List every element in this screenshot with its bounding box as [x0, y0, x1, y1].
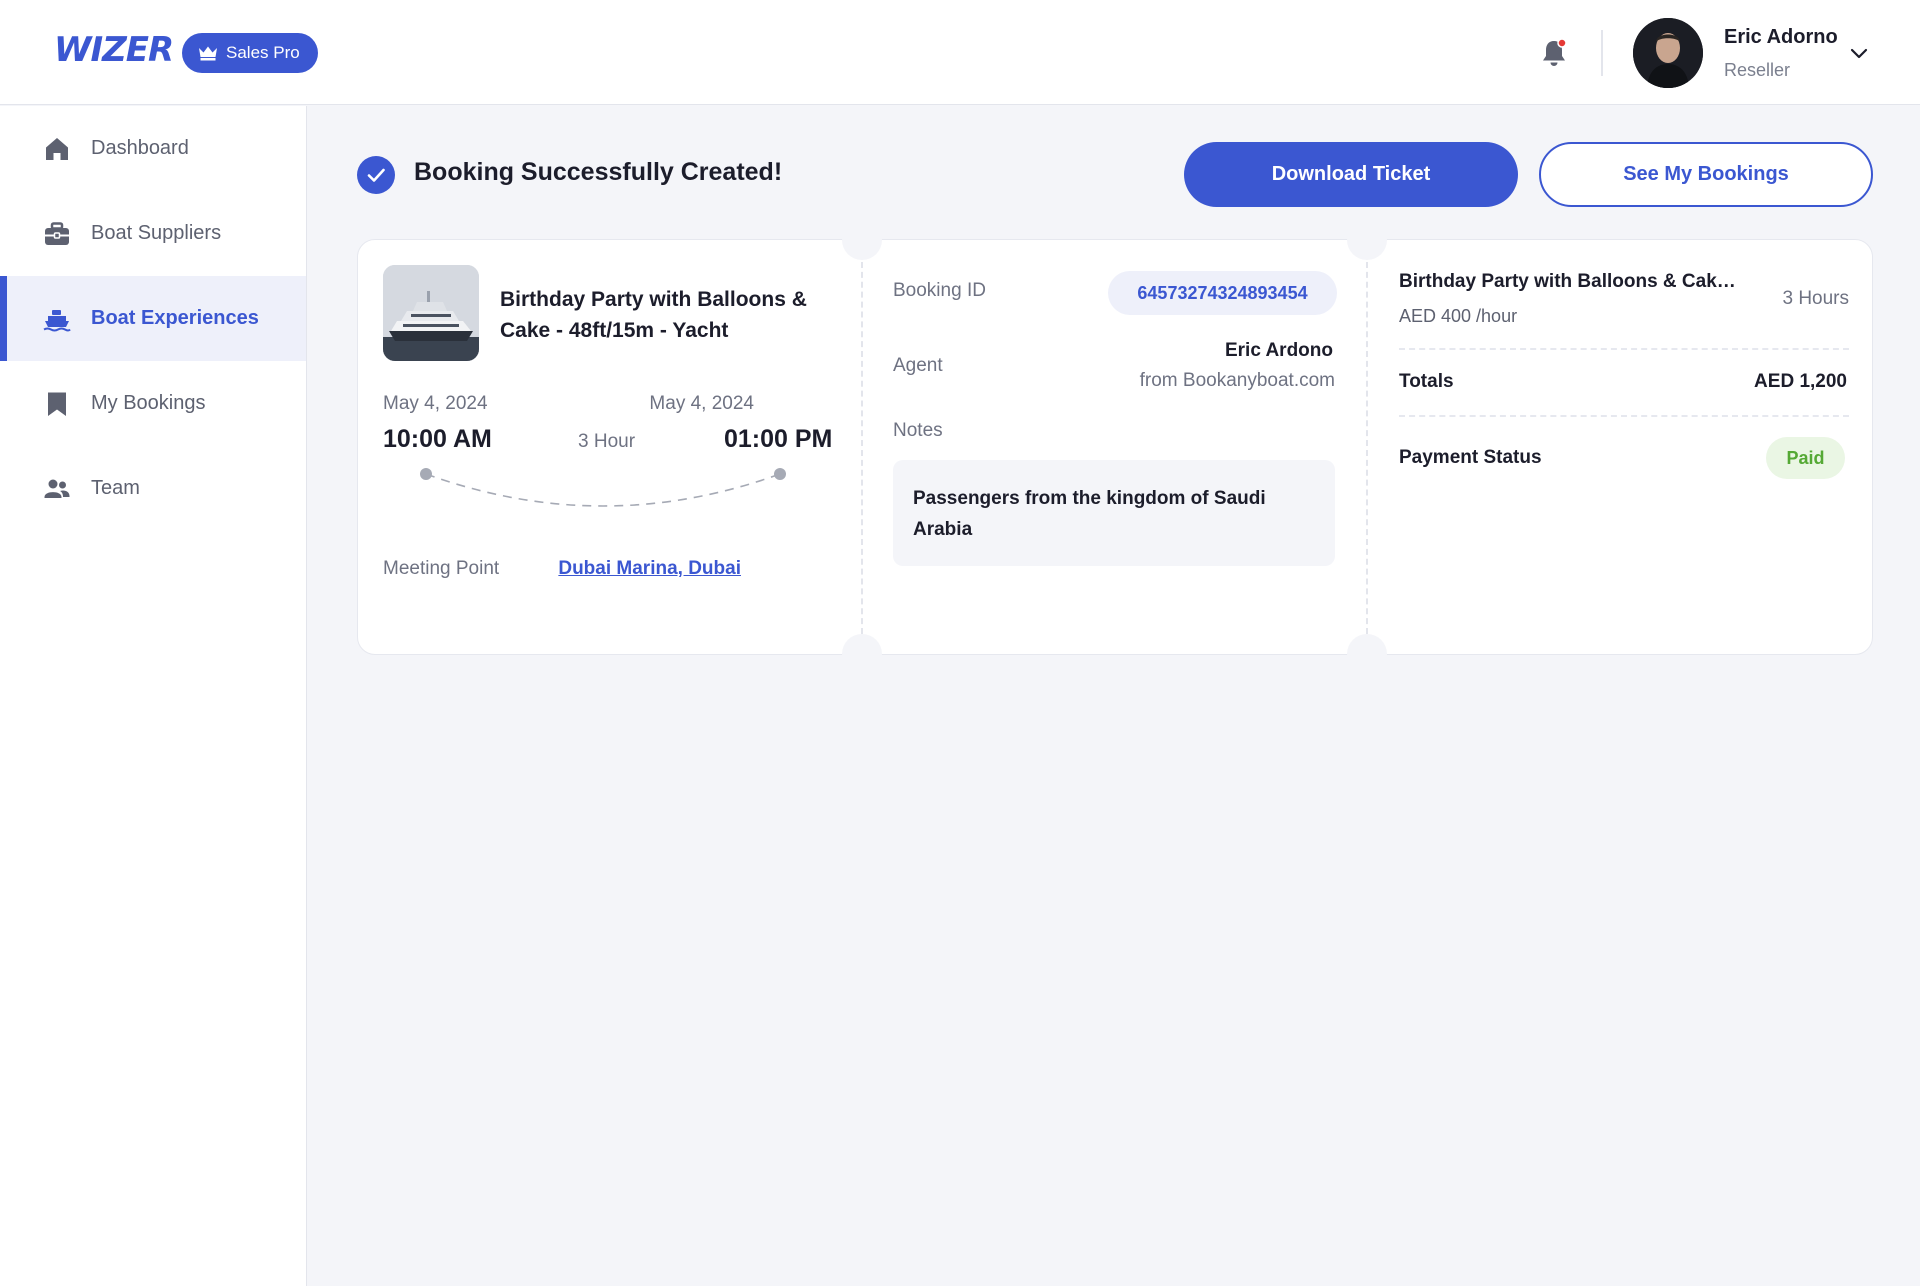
route-start-dot	[420, 468, 432, 480]
agent-name: Eric Ardono	[1224, 340, 1333, 361]
start-date: May 4, 2024	[383, 393, 488, 414]
payment-status-badge: Paid	[1766, 437, 1845, 479]
notes-label: Notes	[893, 420, 943, 441]
totals-label: Totals	[1399, 371, 1454, 392]
ship-icon	[43, 309, 71, 331]
end-date: May 4, 2024	[649, 393, 754, 414]
success-check-icon	[357, 156, 395, 194]
bell-icon[interactable]	[1540, 38, 1568, 68]
end-time: 01:00 PM	[724, 425, 833, 453]
sidebar-item-label: Team	[91, 477, 140, 499]
sidebar-item-team[interactable]: Team	[0, 446, 306, 531]
download-ticket-button[interactable]: Download Ticket	[1184, 142, 1518, 207]
crown-icon	[199, 46, 217, 61]
ticket-notch	[842, 220, 882, 260]
header-divider	[1601, 30, 1603, 76]
user-name: Eric Adorno	[1724, 26, 1838, 48]
wizer-logo[interactable]: WIZER	[54, 30, 174, 70]
yacht-image	[383, 265, 479, 361]
chevron-down-icon[interactable]	[1848, 42, 1870, 64]
briefcase-icon	[45, 221, 69, 245]
sidebar-item-my-bookings[interactable]: My Bookings	[0, 361, 306, 446]
sidebar-item-dashboard[interactable]: Dashboard	[0, 106, 306, 191]
booking-ticket-card: Birthday Party with Balloons & Cake - 48…	[357, 220, 1873, 674]
sidebar-item-label: Dashboard	[91, 137, 189, 159]
sidebar-item-label: Boat Experiences	[91, 307, 259, 329]
start-time: 10:00 AM	[383, 425, 492, 453]
route-arc	[420, 468, 786, 507]
sidebar: Dashboard Boat Suppliers Boat Experience…	[0, 106, 307, 1286]
sidebar-item-label: My Bookings	[91, 392, 206, 414]
experience-title: Birthday Party with Balloons & Cake - 48…	[500, 288, 807, 342]
see-my-bookings-button[interactable]: See My Bookings	[1539, 142, 1873, 207]
success-message: Booking Successfully Created!	[414, 158, 783, 186]
meeting-point-link[interactable]: Dubai Marina, Dubai	[558, 558, 741, 580]
booking-id-badge: 64573274324893454	[1108, 271, 1337, 315]
ticket-divider	[861, 262, 863, 634]
notification-dot	[1557, 38, 1567, 48]
route-end-dot	[774, 468, 786, 480]
agent-source: from Bookanyboat.com	[1139, 370, 1335, 391]
duration: 3 Hour	[578, 431, 636, 452]
ticket-notch	[1347, 634, 1387, 674]
sidebar-item-boat-suppliers[interactable]: Boat Suppliers	[0, 191, 306, 276]
sales-pro-badge[interactable]: Sales Pro	[182, 33, 318, 73]
totals-value: AED 1,200	[1754, 371, 1847, 392]
meeting-point-label: Meeting Point	[383, 558, 500, 579]
payment-status-label: Payment Status	[1399, 447, 1542, 468]
users-icon	[44, 479, 70, 498]
summary-item-title: Birthday Party with Balloons & Cake...	[1399, 271, 1739, 292]
agent-label: Agent	[893, 355, 943, 376]
summary-divider	[1399, 415, 1849, 417]
bookmark-icon	[48, 392, 66, 416]
ticket-notch	[842, 634, 882, 674]
ticket-notch	[1347, 220, 1387, 260]
booking-id-label: Booking ID	[893, 280, 986, 301]
sales-pro-label: Sales Pro	[226, 43, 300, 62]
ticket-divider	[1366, 262, 1368, 634]
user-avatar[interactable]	[1633, 18, 1703, 88]
summary-divider	[1399, 348, 1849, 350]
summary-rate: AED 400 /hour	[1399, 306, 1518, 326]
sidebar-item-label: Boat Suppliers	[91, 222, 222, 244]
summary-hours: 3 Hours	[1782, 288, 1849, 309]
user-role: Reseller	[1724, 60, 1791, 80]
home-icon	[46, 137, 68, 160]
notes-text: Passengers from the kingdom of Saudi Ara…	[893, 460, 1335, 566]
sidebar-item-boat-experiences[interactable]: Boat Experiences	[0, 276, 306, 361]
top-header: WIZER Sales Pro Eric Adorno Reseller	[0, 0, 1920, 105]
